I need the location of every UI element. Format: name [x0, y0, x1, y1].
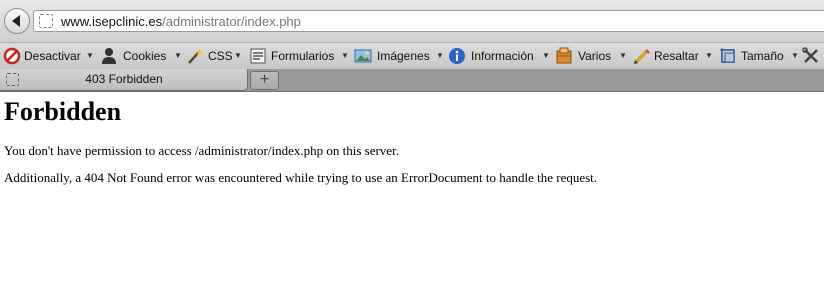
toolbar-images-menu[interactable]: Imágenes ▼: [354, 47, 444, 67]
toolbar-cookies-menu[interactable]: Cookies ▼: [100, 47, 182, 67]
toolbar-information-menu[interactable]: Información ▼: [448, 47, 550, 67]
address-bar[interactable]: www.isepclinic.es/administrator/index.ph…: [33, 10, 824, 32]
toolbar-images-label: Imágenes: [377, 49, 430, 63]
chevron-down-icon: ▼: [86, 51, 94, 60]
toolbar-outline-label: Resaltar: [654, 49, 699, 63]
url-host: www.isepclinic.es: [61, 14, 163, 29]
chevron-down-icon: ▼: [542, 51, 550, 60]
toolbar-misc-menu[interactable]: Varios ▼: [555, 47, 627, 67]
forms-icon: [250, 48, 266, 64]
chevron-down-icon: ▼: [174, 51, 182, 60]
tools-icon: [802, 47, 818, 63]
toolbar-css-label: CSS: [208, 49, 233, 63]
images-icon: [354, 49, 372, 63]
tab-bar: 403 Forbidden +: [0, 69, 824, 92]
chevron-down-icon: ▼: [436, 51, 444, 60]
chevron-down-icon: ▼: [791, 51, 799, 60]
chevron-down-icon: ▼: [234, 51, 242, 60]
url-path: /administrator/index.php: [162, 14, 301, 29]
toolbar-forms-label: Formularios: [271, 49, 335, 63]
toolbar-outline-menu[interactable]: Resaltar ▼: [633, 47, 715, 67]
toolbar-resize-label: Tamaño: [741, 49, 784, 63]
navigation-bar: www.isepclinic.es/administrator/index.ph…: [0, 0, 824, 42]
toolbar-forms-menu[interactable]: Formularios ▼: [249, 47, 349, 67]
toolbar-misc-label: Varios: [578, 49, 612, 63]
additional-error-message: Additionally, a 404 Not Found error was …: [4, 170, 598, 185]
toolbar-css-menu[interactable]: CSS ▼: [186, 47, 242, 67]
css-wand-icon: [188, 48, 203, 64]
resize-icon: [720, 48, 735, 63]
error-message: You don't have permission to access /adm…: [4, 143, 399, 158]
toolbar-disable-label: Desactivar: [24, 49, 81, 63]
toolbar-cookies-label: Cookies: [123, 49, 167, 63]
new-tab-button[interactable]: +: [250, 71, 279, 90]
web-developer-toolbar: Desactivar ▼ Cookies ▼ CSS ▼ Formularios…: [0, 42, 824, 69]
chevron-down-icon: ▼: [705, 51, 713, 60]
chevron-down-icon: ▼: [619, 51, 627, 60]
url-text[interactable]: www.isepclinic.es/administrator/index.ph…: [61, 14, 301, 29]
outline-pencil-icon: [634, 49, 650, 64]
site-identity-icon[interactable]: [39, 14, 53, 28]
toolbar-tools-menu[interactable]: [802, 47, 822, 67]
chevron-down-icon: ▼: [341, 51, 349, 60]
back-arrow-icon: [12, 15, 20, 27]
toolbar-information-label: Información: [471, 49, 534, 63]
tab-active[interactable]: 403 Forbidden: [0, 69, 248, 91]
misc-icon: [556, 47, 572, 64]
back-button[interactable]: [4, 8, 30, 34]
disable-icon: [3, 47, 21, 65]
page-title: Forbidden: [4, 97, 122, 126]
page-content: Forbidden You don't have permission to a…: [0, 92, 824, 296]
toolbar-disable-menu[interactable]: Desactivar ▼: [3, 47, 94, 67]
tab-title: 403 Forbidden: [85, 72, 163, 86]
toolbar-resize-menu[interactable]: Tamaño ▼: [719, 47, 799, 67]
cookies-icon: [102, 48, 116, 64]
info-icon: [449, 48, 465, 64]
